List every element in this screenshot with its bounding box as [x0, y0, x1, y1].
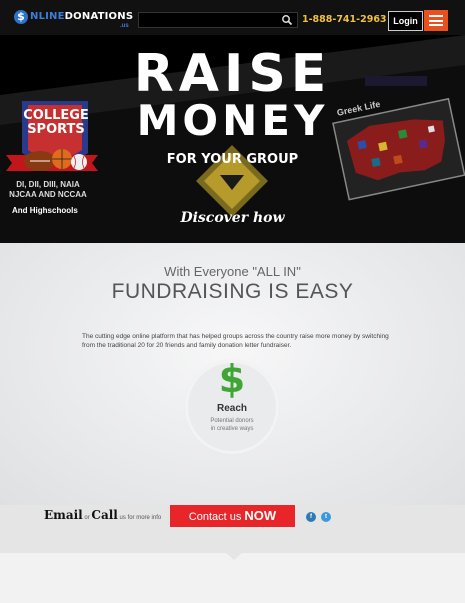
intro-heading-small: With Everyone "ALL IN" — [164, 264, 301, 279]
college-sports-label[interactable]: COLLEGE SPORTS — [10, 109, 102, 137]
hero-subtitle: FOR YOUR GROUP — [166, 152, 299, 167]
feature-subtitle-line-1: Potential donors — [210, 418, 254, 424]
search-input[interactable] — [139, 16, 287, 30]
contact-prompt: Email or Call us for more info — [44, 508, 161, 522]
dollar-icon: $ — [218, 357, 246, 401]
email-label[interactable]: Email — [44, 508, 83, 522]
college-line: COLLEGE — [23, 108, 89, 123]
feature-subtitle-line-2: in creative ways — [210, 426, 254, 432]
reach-feature-card: $ Reach Potential donors in creative way… — [188, 357, 276, 451]
dollar-logo-icon: $ — [14, 10, 28, 24]
hamburger-menu-icon[interactable] — [424, 10, 448, 31]
divisions-line-1: DI, DII, DIII, NAIA — [16, 180, 80, 189]
contact-us-button[interactable]: Contact us NOW — [170, 505, 295, 527]
intro-section: With Everyone "ALL IN" FUNDRAISING IS EA… — [0, 243, 465, 505]
highschools-label: And Highschools — [12, 206, 78, 215]
divisions-line-2: NJCAA AND NCCAA — [9, 190, 87, 199]
login-button[interactable]: Login — [388, 11, 423, 31]
search-icon[interactable] — [281, 14, 293, 26]
feature-title: Reach — [216, 403, 247, 414]
more-info-label: us for more info — [117, 515, 162, 521]
intro-heading-large: FUNDRAISING IS EASY — [111, 280, 354, 303]
page-bottom — [0, 553, 465, 603]
phone-number[interactable]: 1-888-741-2963 — [302, 14, 387, 25]
site-header: $ NLINEDONATIONS .us 1-888-741-2963 Logi… — [0, 0, 465, 35]
logo-prefix: NLINE — [30, 11, 65, 22]
contact-button-prefix: Contact us — [188, 511, 245, 523]
sports-line: SPORTS — [27, 122, 85, 137]
logo-wordmark: NLINEDONATIONS — [30, 11, 133, 22]
search-box — [138, 12, 298, 30]
section-pointer — [226, 553, 242, 560]
call-label[interactable]: Call — [91, 508, 117, 522]
twitter-icon[interactable]: t — [321, 512, 331, 522]
facebook-icon[interactable]: f — [306, 512, 316, 522]
feature-subtitle: Potential donors in creative ways — [188, 417, 276, 433]
divisions-text: DI, DII, DIII, NAIA NJCAA AND NCCAA — [9, 180, 87, 200]
contact-button-emphasis: NOW — [244, 508, 277, 523]
logo-suffix: DONATIONS — [64, 11, 134, 22]
hero-banner: RAISE MONEY FOR YOUR GROUP Discover how … — [0, 35, 465, 243]
contact-strip: Email or Call us for more info Contact u… — [0, 505, 465, 553]
intro-description: The cutting edge online platform that ha… — [82, 333, 389, 349]
hero-title-raise: RAISE — [133, 44, 332, 104]
logo-tld: .us — [120, 23, 129, 29]
